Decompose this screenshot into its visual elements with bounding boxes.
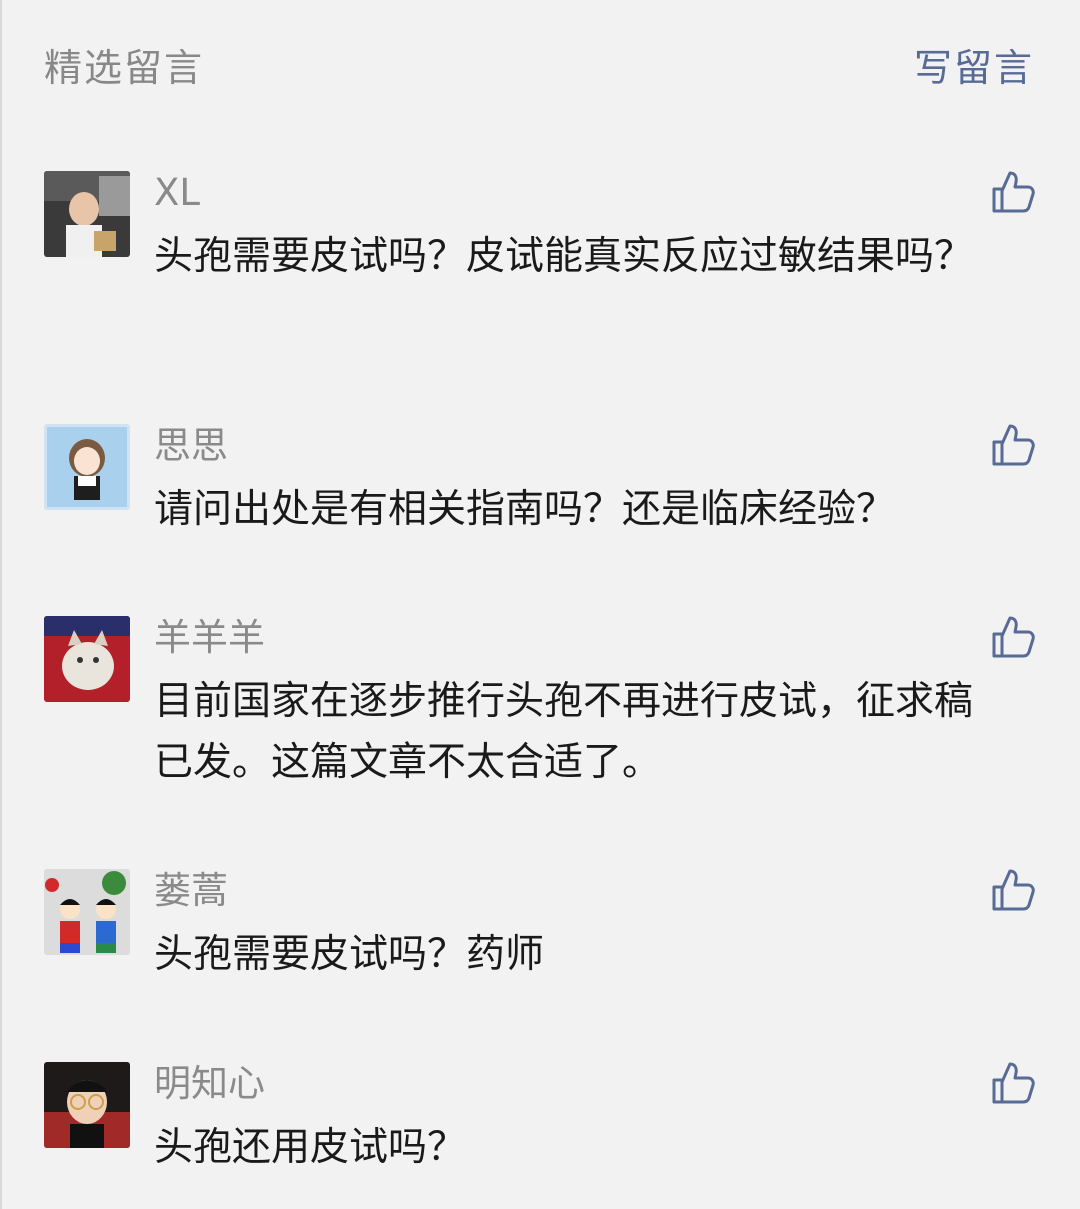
comment-content: 头孢需要皮试吗？皮试能真实反应过敏结果吗？: [154, 234, 974, 279]
left-border: [0, 0, 2, 1209]
avatar[interactable]: [44, 171, 130, 257]
comment-content: 目前国家在逐步推行头孢不再进行皮试，征求稿已发。这篇文章不太合适了。: [154, 679, 974, 785]
avatar[interactable]: [44, 1062, 130, 1148]
comment-content: 请问出处是有相关指南吗？还是临床经验？: [154, 487, 896, 532]
child-with-glasses-avatar-icon: [44, 1062, 130, 1148]
comments-header: 精选留言 写留言: [44, 38, 1034, 90]
comment-nickname: XL: [154, 171, 200, 214]
avatar[interactable]: [44, 616, 130, 702]
cartoon-kids-avatar-icon: [44, 869, 130, 955]
write-comment-link[interactable]: 写留言: [914, 37, 1034, 92]
comment-nickname: 思思: [154, 424, 228, 467]
thumbs-up-icon[interactable]: [990, 1060, 1036, 1106]
cat-avatar-icon: [44, 616, 130, 702]
comment-content: 头孢还用皮试吗？: [154, 1125, 467, 1170]
avatar[interactable]: [44, 424, 130, 510]
thumbs-up-icon[interactable]: [990, 422, 1036, 468]
avatar[interactable]: [44, 869, 130, 955]
cartoon-girl-avatar-icon: [44, 424, 130, 510]
comment-nickname: 明知心: [154, 1062, 265, 1105]
thumbs-up-icon[interactable]: [990, 169, 1036, 215]
thumbs-up-icon[interactable]: [990, 867, 1036, 913]
comment-nickname: 蒌蒿: [154, 869, 228, 912]
comment-content: 头孢需要皮试吗？药师: [154, 932, 545, 977]
baby-in-car-avatar-icon: [44, 171, 130, 257]
thumbs-up-icon[interactable]: [990, 614, 1036, 660]
comment-nickname: 羊羊羊: [154, 616, 265, 659]
section-title: 精选留言: [44, 45, 205, 90]
